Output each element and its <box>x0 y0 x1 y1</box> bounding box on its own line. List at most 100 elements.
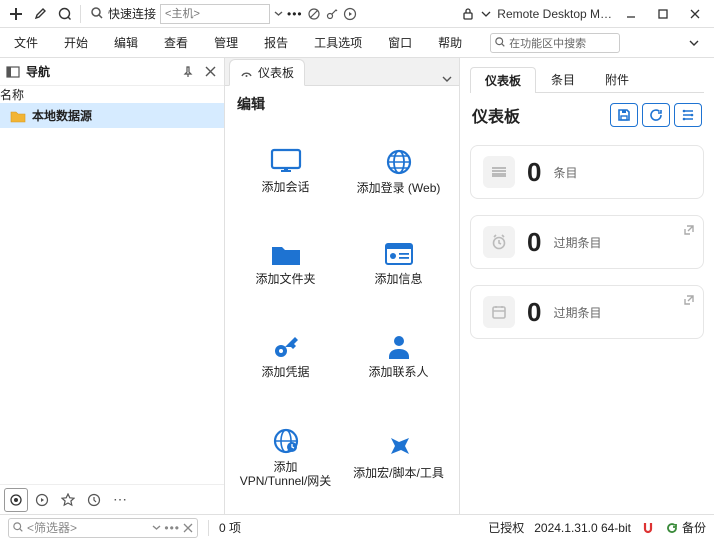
right-title: 仪表板 <box>472 103 520 127</box>
add-web-login-button[interactable]: 添加登录 (Web) <box>344 128 453 215</box>
edit-icon[interactable] <box>30 4 50 24</box>
external-link-icon[interactable] <box>683 224 695 236</box>
new-icon[interactable] <box>6 4 26 24</box>
folder-icon <box>10 109 26 123</box>
search-icon <box>13 522 24 533</box>
filter-ph: <筛选器> <box>27 519 149 536</box>
add-vpn-button[interactable]: 添加 VPN/Tunnel/网关 <box>231 407 340 508</box>
center-panel: 仪表板 编辑 添加会话 添加登录 (Web) 添加文件夹 添加信息 <box>225 58 460 514</box>
key-icon[interactable] <box>325 7 339 21</box>
quickconnect-label: 快速连接 <box>108 5 156 22</box>
target-icon[interactable] <box>307 7 321 21</box>
stat-overdue-2[interactable]: 0 过期条目 <box>470 285 704 339</box>
view-more-icon[interactable]: ⋯ <box>108 488 132 512</box>
center-tabs: 仪表板 <box>225 58 459 86</box>
menu-window[interactable]: 窗口 <box>384 32 416 53</box>
add-folder-button[interactable]: 添加文件夹 <box>231 223 340 306</box>
top-toolbar: 快速连接 ••• Remote Desktop M… <box>0 0 714 28</box>
status-item-count: 0 项 <box>219 519 241 536</box>
more-icon[interactable]: ••• <box>287 7 303 21</box>
close-icon[interactable] <box>202 64 218 80</box>
add-info-button[interactable]: 添加信息 <box>344 223 453 306</box>
tab-dashboard[interactable]: 仪表板 <box>229 59 305 86</box>
tab-dashboard-label: 仪表板 <box>258 64 294 81</box>
nav-title: 导航 <box>26 63 50 80</box>
save-button[interactable] <box>610 103 638 127</box>
app-title: Remote Desktop M… <box>497 7 612 21</box>
quickconnect-box: 快速连接 ••• <box>91 4 357 24</box>
chevron-down-icon[interactable] <box>274 9 283 18</box>
dashboard-grid: 添加会话 添加登录 (Web) 添加文件夹 添加信息 添加凭据 添加联系人 <box>225 122 459 514</box>
search-icon <box>91 7 104 20</box>
status-version: 2024.1.31.0 64-bit <box>534 521 631 535</box>
menu-report[interactable]: 报告 <box>260 32 292 53</box>
gauge-icon <box>240 66 253 79</box>
stat-overdue[interactable]: 0 过期条目 <box>470 215 704 269</box>
right-header: 仪表板 <box>470 93 704 137</box>
stat-items[interactable]: 0 条目 <box>470 145 704 199</box>
status-licensed: 已授权 <box>488 519 524 536</box>
nav-column-name: 名称 <box>0 86 224 103</box>
add-session-button[interactable]: 添加会话 <box>231 128 340 215</box>
section-edit-title: 编辑 <box>225 86 459 122</box>
filter-more-icon[interactable]: ••• <box>164 521 180 535</box>
tree-item-local-ds[interactable]: 本地数据源 <box>0 103 224 128</box>
menu-help[interactable]: 帮助 <box>434 32 466 53</box>
status-backup[interactable]: 备份 <box>665 519 706 536</box>
quickconnect-host-input[interactable] <box>160 4 270 24</box>
view-vault-icon[interactable] <box>4 488 28 512</box>
window-maximize[interactable] <box>650 3 676 25</box>
search-icon <box>495 37 506 48</box>
menu-tooloptions[interactable]: 工具选项 <box>310 32 366 53</box>
clear-icon[interactable] <box>183 523 193 533</box>
add-macro-button[interactable]: 添加宏/脚本/工具 <box>344 407 453 508</box>
nav-panel: 导航 名称 本地数据源 ⋯ <box>0 58 225 514</box>
dropdown-icon[interactable] <box>481 9 491 19</box>
add-credential-button[interactable]: 添加凭据 <box>231 314 340 399</box>
separator <box>80 5 81 23</box>
refresh-button[interactable] <box>642 103 670 127</box>
view-favorites-icon[interactable] <box>56 488 80 512</box>
magnet-icon <box>641 521 655 535</box>
right-tabs: 仪表板 条目 附件 <box>470 66 704 93</box>
tree-item-label: 本地数据源 <box>32 107 92 124</box>
alarm-icon <box>483 226 515 258</box>
lock-icon[interactable] <box>461 7 475 21</box>
ribbon-search-ph: 在功能区中搜索 <box>509 35 586 51</box>
status-online-indicator[interactable] <box>641 521 655 535</box>
nav-header: 导航 <box>0 58 224 86</box>
main-content: 导航 名称 本地数据源 ⋯ 仪表板 编辑 <box>0 58 714 514</box>
view-play-icon[interactable] <box>30 488 54 512</box>
external-link-icon[interactable] <box>683 294 695 306</box>
play-icon[interactable] <box>343 7 357 21</box>
ribbon-collapse[interactable] <box>684 33 704 53</box>
menu-file[interactable]: 文件 <box>10 32 42 53</box>
window-minimize[interactable] <box>618 3 644 25</box>
backup-icon <box>665 521 679 535</box>
menubar: 文件 开始 编辑 查看 管理 报告 工具选项 窗口 帮助 在功能区中搜索 <box>0 28 714 58</box>
folder-stack-icon <box>483 156 515 188</box>
add-contact-button[interactable]: 添加联系人 <box>344 314 453 399</box>
rtab-attachments[interactable]: 附件 <box>590 66 644 92</box>
right-panel: 仪表板 条目 附件 仪表板 0 条目 0 过期条目 0 过 <box>460 58 714 514</box>
pin-icon[interactable] <box>180 64 196 80</box>
filter-input[interactable]: <筛选器> ••• <box>8 518 198 538</box>
properties-icon[interactable] <box>54 4 74 24</box>
panel-icon <box>6 65 20 79</box>
menu-edit[interactable]: 编辑 <box>110 32 142 53</box>
ribbon-search[interactable]: 在功能区中搜索 <box>490 33 620 53</box>
tabs-chevron[interactable] <box>441 73 453 85</box>
rtab-dashboard[interactable]: 仪表板 <box>470 67 536 93</box>
view-recent-icon[interactable] <box>82 488 106 512</box>
menu-start[interactable]: 开始 <box>60 32 92 53</box>
window-close[interactable] <box>682 3 708 25</box>
status-bar: <筛选器> ••• 0 项 已授权 2024.1.31.0 64-bit 备份 <box>0 514 714 540</box>
calendar-icon <box>483 296 515 328</box>
nav-toolbar: ⋯ <box>0 484 224 514</box>
menu-view[interactable]: 查看 <box>160 32 192 53</box>
chevron-down-icon[interactable] <box>152 523 161 532</box>
rtab-items[interactable]: 条目 <box>536 66 590 92</box>
menu-manage[interactable]: 管理 <box>210 32 242 53</box>
settings-button[interactable] <box>674 103 702 127</box>
nav-tree: 本地数据源 <box>0 103 224 484</box>
